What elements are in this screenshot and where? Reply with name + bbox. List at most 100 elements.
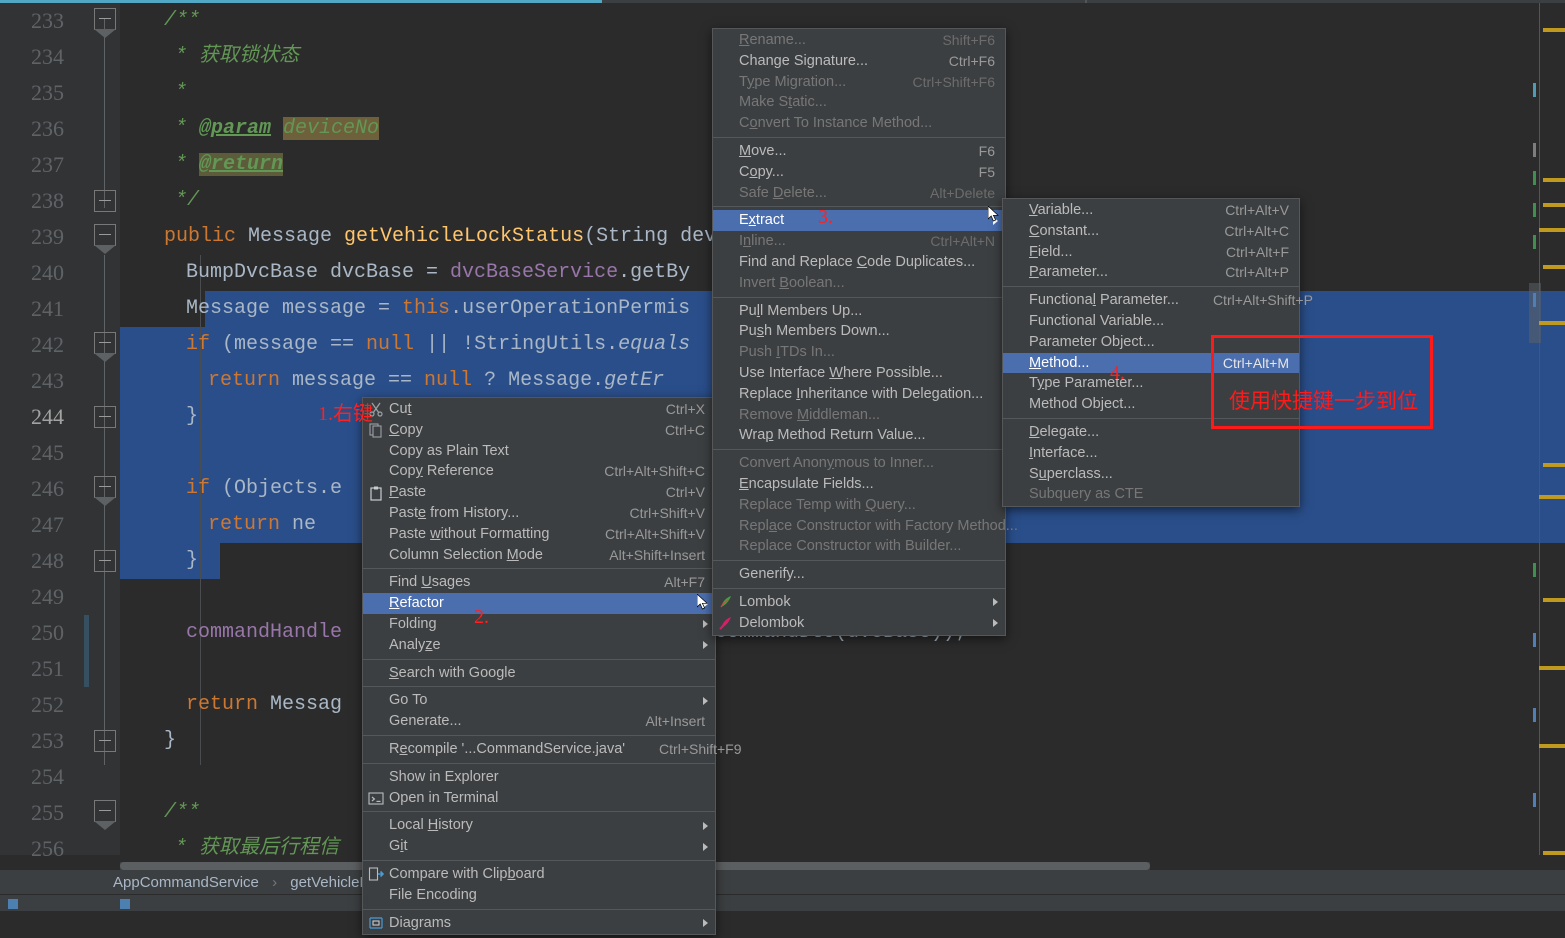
menu-item[interactable]: Search with Google (363, 663, 715, 684)
warning-marker[interactable] (1539, 495, 1565, 499)
menu-item[interactable]: Show in Explorer (363, 767, 715, 788)
warning-marker[interactable] (1539, 321, 1565, 325)
fold-collapse-icon[interactable] (94, 190, 116, 212)
change-marker (1533, 235, 1536, 249)
menu-item[interactable]: Generate... Alt+Insert (363, 711, 715, 732)
warning-marker[interactable] (1543, 178, 1565, 182)
warning-marker[interactable] (1539, 744, 1565, 748)
fold-collapse-icon[interactable] (94, 550, 116, 572)
menu-item[interactable]: File Encoding (363, 885, 715, 906)
vertical-scrollbar-thumb[interactable] (1529, 283, 1541, 343)
warning-marker[interactable] (1543, 265, 1565, 269)
warning-marker[interactable] (1543, 598, 1565, 602)
menu-item[interactable]: Find Usages Alt+F7 (363, 572, 715, 593)
fold-markers[interactable] (85, 3, 120, 855)
menu-item[interactable]: Replace Inheritance with Delegation... (713, 384, 1005, 405)
menu-item[interactable]: Field... Ctrl+Alt+F (1003, 242, 1299, 263)
menu-item[interactable]: Push Members Down... (713, 321, 1005, 342)
menu-item[interactable]: Git (363, 836, 715, 857)
code-line[interactable] (120, 651, 1565, 687)
error-marker-strip[interactable] (1420, 3, 1565, 855)
menu-item[interactable]: Refactor (363, 593, 715, 614)
breadcrumb-class[interactable]: AppCommandService (113, 874, 259, 891)
menu-item[interactable]: Go To (363, 690, 715, 711)
warning-marker[interactable] (1543, 851, 1565, 855)
fold-collapse-icon[interactable] (94, 406, 116, 428)
menu-item[interactable]: Encapsulate Fields... (713, 474, 1005, 495)
menu-item[interactable]: Column Selection Mode Alt+Shift+Insert (363, 545, 715, 566)
refactor-submenu[interactable]: Rename... Shift+F6 Change Signature... Ctrl… (712, 28, 1018, 636)
menu-item[interactable]: Recompile '...CommandService.java' Ctrl+S… (363, 739, 742, 760)
breadcrumb[interactable]: AppCommandService › getVehicleLockSt (0, 870, 1565, 895)
compare-icon (368, 866, 385, 882)
menu-separator (713, 587, 1005, 589)
fold-collapse-icon[interactable] (94, 730, 116, 752)
warning-marker[interactable] (1543, 203, 1565, 207)
menu-item[interactable]: Interface... (1003, 443, 1299, 464)
menu-item[interactable]: Pull Members Up... (713, 301, 1005, 322)
menu-item[interactable]: Constant... Ctrl+Alt+C (1003, 221, 1299, 242)
menu-item[interactable]: Paste without Formatting Ctrl+Alt+Shift+V (363, 524, 715, 545)
menu-item-shortcut: F5 (978, 163, 995, 180)
code-line[interactable] (120, 759, 1565, 795)
menu-item[interactable]: Variable... Ctrl+Alt+V (1003, 200, 1299, 221)
menu-item-label: Superclass... (1029, 465, 1113, 482)
warning-marker[interactable] (1539, 228, 1565, 232)
menu-item[interactable]: Functional Parameter... Ctrl+Alt+Shift+P (1003, 290, 1313, 311)
menu-item[interactable]: Diagrams (363, 913, 715, 934)
menu-item[interactable]: Cut Ctrl+X (363, 399, 715, 420)
menu-item[interactable]: Delombok (713, 613, 1005, 634)
menu-item[interactable]: Analyze (363, 635, 715, 656)
line-number: 244 (31, 404, 64, 429)
fold-collapse-icon[interactable] (94, 332, 116, 354)
fold-collapse-icon[interactable] (94, 476, 116, 498)
change-marker (1533, 793, 1536, 807)
code-line[interactable]: /** (120, 795, 1565, 831)
line-number: 235 (31, 80, 64, 105)
fold-collapse-icon[interactable] (94, 8, 116, 30)
menu-item[interactable]: Local History (363, 815, 715, 836)
menu-item[interactable]: Paste from History... Ctrl+Shift+V (363, 503, 715, 524)
status-bar[interactable] (0, 894, 1565, 911)
menu-item-label: Functional Variable... (1029, 312, 1165, 329)
line-number: 242 (31, 332, 64, 357)
editor-context-menu[interactable]: Cut Ctrl+X Copy Ctrl+C Copy as Plain Text Cop… (362, 397, 742, 936)
menu-item[interactable]: Lombok (713, 592, 1005, 613)
menu-item: Type Migration... Ctrl+Shift+F6 (713, 72, 1005, 93)
warning-marker[interactable] (1543, 28, 1565, 32)
line-number: 239 (31, 224, 64, 249)
code-line[interactable]: } (120, 723, 1565, 759)
menu-item[interactable]: Compare with Clipboard (363, 864, 715, 885)
menu-item[interactable]: Move... F6 (713, 141, 1005, 162)
menu-item-label: Paste (389, 484, 427, 501)
code-line[interactable]: * 获取最后行程信 (120, 831, 1565, 855)
fold-collapse-icon[interactable] (94, 800, 116, 822)
menu-item[interactable]: Copy Reference Ctrl+Alt+Shift+C (363, 461, 715, 482)
menu-item[interactable]: Find and Replace Code Duplicates... (713, 252, 1005, 273)
menu-item[interactable]: Folding (363, 614, 715, 635)
menu-item[interactable]: Copy Ctrl+C (363, 420, 715, 441)
menu-item[interactable]: Extract (713, 210, 1005, 232)
menu-item[interactable]: Superclass... (1003, 464, 1299, 485)
menu-item[interactable]: Paste Ctrl+V (363, 482, 715, 503)
warning-marker[interactable] (1543, 463, 1565, 467)
menu-item[interactable]: Open in Terminal (363, 788, 715, 809)
menu-item[interactable]: Copy as Plain Text (363, 441, 715, 462)
menu-item-shortcut: Ctrl+Alt+Shift+P (1212, 292, 1313, 309)
menu-item[interactable]: Use Interface Where Possible... (713, 363, 1005, 384)
status-item[interactable] (8, 899, 18, 909)
warning-marker[interactable] (1539, 666, 1565, 670)
menu-item[interactable]: Change Signature... Ctrl+F6 (713, 51, 1005, 72)
code-line[interactable]: return Messag (120, 687, 1565, 723)
menu-item[interactable]: Wrap Method Return Value... (713, 425, 1005, 446)
menu-item[interactable]: Functional Variable... (1003, 311, 1299, 332)
menu-item-shortcut: Ctrl+Alt+Shift+C (604, 463, 705, 480)
menu-item-shortcut: Ctrl+X (665, 401, 705, 417)
menu-item-shortcut: Ctrl+Shift+F6 (912, 73, 995, 90)
menu-item[interactable]: Generify... (713, 564, 1005, 585)
fold-collapse-icon[interactable] (94, 224, 116, 246)
status-item[interactable] (120, 899, 130, 909)
annotation-step-3: 3. (818, 206, 833, 228)
menu-item[interactable]: Copy... F5 (713, 162, 1005, 183)
menu-item[interactable]: Parameter... Ctrl+Alt+P (1003, 262, 1299, 283)
